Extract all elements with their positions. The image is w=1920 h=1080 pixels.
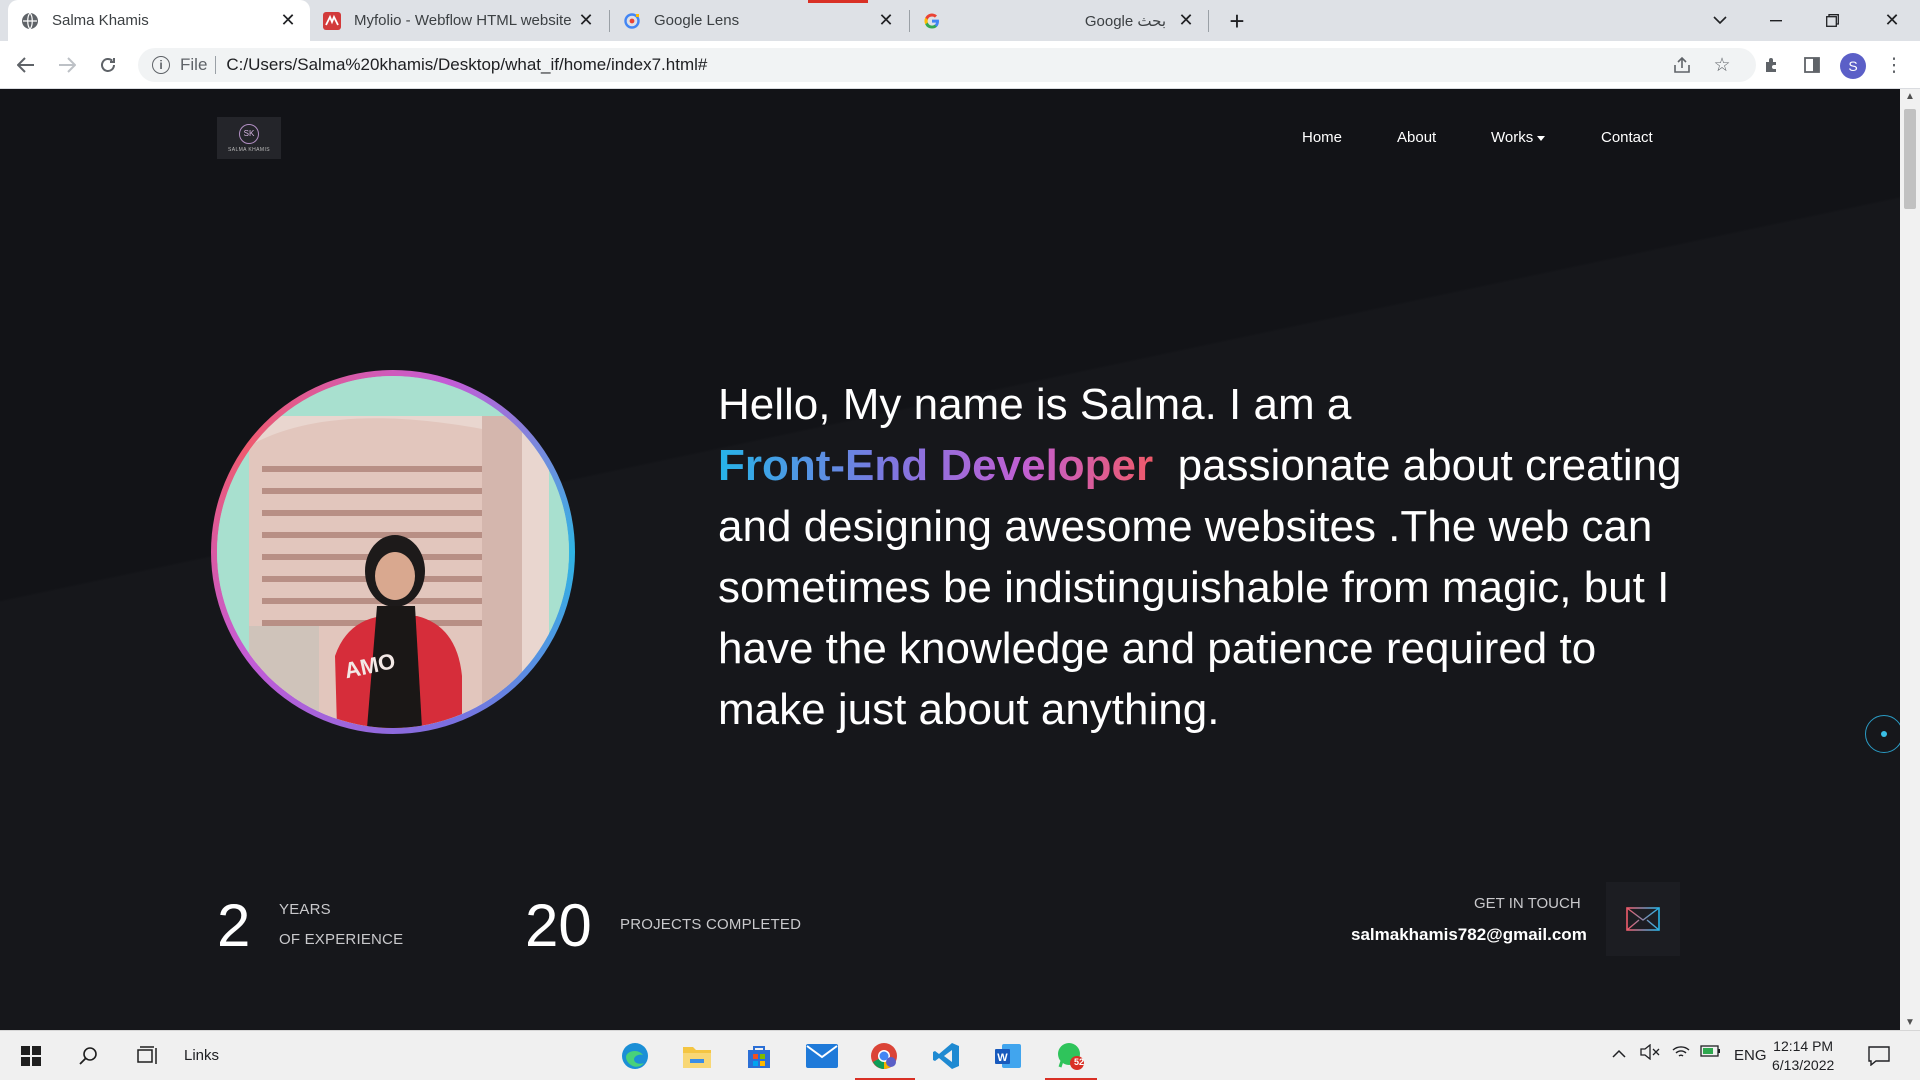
word-icon[interactable]: W xyxy=(991,1039,1025,1073)
logo-text: SALMA KHAMIS xyxy=(227,146,271,153)
mail-button[interactable] xyxy=(1606,882,1680,956)
envelope-icon xyxy=(1626,907,1660,931)
tab-google-search[interactable]: Google بحث ✕ xyxy=(910,0,1208,41)
notifications-icon[interactable] xyxy=(1862,1039,1896,1073)
system-clock[interactable]: 12:14 PM 6/13/2022 xyxy=(1772,1037,1834,1075)
years-label: YEARS xyxy=(279,901,331,918)
menu-icon[interactable]: ⋮ xyxy=(1878,49,1910,81)
globe-icon xyxy=(20,11,40,31)
bookmark-star-icon[interactable]: ☆ xyxy=(1706,49,1738,81)
page-scrollbar[interactable]: ▲ ▼ xyxy=(1900,89,1920,1030)
tab-strip: Salma Khamis ✕ Myfolio - Webflow HTML we… xyxy=(0,0,1920,41)
language-indicator[interactable]: ENG xyxy=(1734,1047,1767,1064)
chrome-icon[interactable] xyxy=(867,1039,901,1073)
whatsapp-icon[interactable]: 52 xyxy=(1054,1039,1088,1073)
whatsapp-badge: 52 xyxy=(1074,1057,1085,1067)
nav-works-label: Works xyxy=(1491,129,1534,146)
site-logo[interactable]: SK SALMA KHAMIS xyxy=(217,117,281,159)
vscode-icon[interactable] xyxy=(929,1039,963,1073)
search-icon[interactable] xyxy=(72,1039,106,1073)
show-hidden-icons[interactable] xyxy=(1612,1045,1626,1062)
minimize-button[interactable] xyxy=(1748,0,1804,41)
google-lens-icon xyxy=(622,11,642,31)
tab-loading-indicator xyxy=(808,0,868,3)
close-icon[interactable]: ✕ xyxy=(576,10,596,31)
profile-photo: AMO xyxy=(217,376,569,728)
years-number: 2 xyxy=(217,892,251,959)
file-explorer-icon[interactable] xyxy=(680,1039,714,1073)
nav-about[interactable]: About xyxy=(1397,129,1436,146)
new-tab-button[interactable]: + xyxy=(1222,6,1252,36)
nav-home[interactable]: Home xyxy=(1302,129,1342,146)
tab-title: Myfolio - Webflow HTML website xyxy=(354,12,572,29)
clock-date: 6/13/2022 xyxy=(1772,1057,1835,1073)
browser-toolbar: i File C:/Users/Salma%20khamis/Desktop/w… xyxy=(0,41,1920,89)
tab-myfolio[interactable]: Myfolio - Webflow HTML website ✕ xyxy=(310,0,608,41)
hero-line-1: Hello, My name is Salma. I am a xyxy=(718,380,1352,429)
close-icon[interactable]: ✕ xyxy=(1176,10,1196,31)
close-window-button[interactable]: ✕ xyxy=(1864,0,1920,41)
volume-muted-icon[interactable] xyxy=(1640,1043,1660,1064)
microsoft-store-icon[interactable] xyxy=(742,1039,776,1073)
scroll-up-icon[interactable]: ▲ xyxy=(1905,91,1915,102)
svg-text:W: W xyxy=(997,1052,1008,1064)
windows-start-icon[interactable] xyxy=(14,1039,48,1073)
tab-separator xyxy=(1208,10,1209,32)
profile-avatar[interactable]: S xyxy=(1840,53,1866,79)
restore-button[interactable] xyxy=(1804,0,1860,41)
share-icon[interactable] xyxy=(1666,49,1698,81)
tab-title: Salma Khamis xyxy=(52,12,149,29)
google-icon xyxy=(922,11,942,31)
nav-works[interactable]: Works xyxy=(1491,129,1546,146)
scroll-indicator[interactable] xyxy=(1865,715,1900,753)
mail-icon[interactable] xyxy=(805,1039,839,1073)
page-viewport: SK SALMA KHAMIS Home About Works Contact xyxy=(0,89,1900,1030)
url-scheme: File xyxy=(180,55,208,74)
scroll-indicator-dot xyxy=(1881,731,1887,737)
logo-monogram: SK xyxy=(239,123,259,144)
site-info-icon[interactable]: i xyxy=(152,56,170,74)
tab-search-icon[interactable] xyxy=(1692,0,1748,41)
contact-email[interactable]: salmakhamis782@gmail.com xyxy=(1351,925,1587,945)
forward-button[interactable] xyxy=(51,49,83,81)
back-button[interactable] xyxy=(10,49,42,81)
clock-time: 12:14 PM xyxy=(1773,1038,1834,1054)
close-icon[interactable]: ✕ xyxy=(278,10,298,31)
experience-label: OF EXPERIENCE xyxy=(279,931,404,948)
close-icon[interactable]: ✕ xyxy=(876,10,896,31)
nav-contact[interactable]: Contact xyxy=(1601,129,1653,146)
scroll-down-icon[interactable]: ▼ xyxy=(1905,1017,1915,1028)
side-panel-icon[interactable] xyxy=(1796,49,1828,81)
url-text: C:/Users/Salma%20khamis/Desktop/what_if/… xyxy=(226,55,708,74)
wifi-icon[interactable] xyxy=(1672,1044,1690,1064)
chevron-down-icon xyxy=(1537,135,1546,141)
extensions-icon[interactable] xyxy=(1756,49,1788,81)
battery-icon[interactable] xyxy=(1700,1044,1722,1062)
task-view-icon[interactable] xyxy=(131,1039,165,1073)
edge-icon[interactable] xyxy=(618,1039,652,1073)
tab-title: Google Lens xyxy=(654,12,740,29)
scroll-thumb[interactable] xyxy=(1904,109,1916,209)
tab-salma-khamis[interactable]: Salma Khamis ✕ xyxy=(8,0,310,41)
address-bar[interactable]: i File C:/Users/Salma%20khamis/Desktop/w… xyxy=(138,48,1756,82)
links-toolbar[interactable]: Links xyxy=(184,1047,219,1064)
hero-intro: Hello, My name is Salma. I am a Front-En… xyxy=(718,374,1698,740)
get-in-touch-label: GET IN TOUCH xyxy=(1474,895,1581,912)
reload-button[interactable] xyxy=(92,49,124,81)
projects-number: 20 xyxy=(525,892,592,959)
windows-taskbar: Links W 52 ENG 12:14 PM 6/13/2022 xyxy=(0,1030,1920,1080)
hero-role: Front-End Developer xyxy=(718,441,1154,490)
projects-label: PROJECTS COMPLETED xyxy=(620,916,802,933)
tab-title: Google بحث xyxy=(1084,12,1166,30)
url-divider xyxy=(215,56,217,74)
tab-google-lens[interactable]: Google Lens ✕ xyxy=(610,0,908,41)
webflow-icon xyxy=(322,11,342,31)
profile-photo-ring: AMO xyxy=(211,370,575,734)
